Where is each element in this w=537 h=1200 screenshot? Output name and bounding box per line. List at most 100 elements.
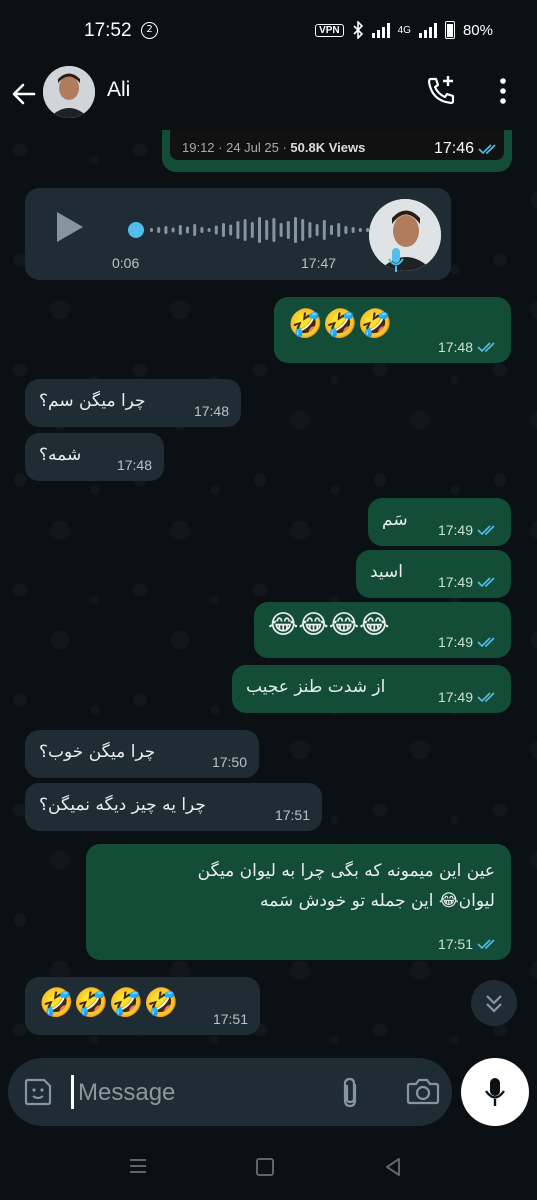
waveform-bar [265, 220, 269, 240]
message-text: چرا یه چیز دیگه نمیگن؟ [39, 795, 206, 815]
notification-count-badge: 2 [141, 22, 158, 39]
signal-2-icon [418, 22, 437, 38]
sticker-icon[interactable] [22, 1076, 54, 1108]
message-bubble-incoming[interactable]: چرا میگن خوب؟ 17:50 [25, 730, 259, 778]
waveform-bar [200, 227, 204, 233]
message-time: 17:46 [433, 140, 474, 157]
double-check-icon [478, 144, 496, 155]
message-time: 17:48 [116, 457, 152, 473]
message-bubble-outgoing[interactable]: عین این میمونه که بگی چرا به لیوان میگن … [86, 844, 511, 960]
message-time: 17:49 [437, 574, 473, 590]
message-text: چرا میگن خوب؟ [39, 742, 156, 762]
network-type: 4G [397, 24, 411, 36]
waveform-bar [301, 219, 305, 241]
status-bar: 17:52 2 VPN 4G 80% [0, 0, 537, 62]
mic-icon [388, 248, 404, 272]
message-bubble-incoming[interactable]: 🤣🤣🤣🤣 17:51 [25, 977, 260, 1035]
message-time: 17:51 [437, 936, 473, 952]
waveform-bar [344, 226, 348, 234]
composer [0, 1050, 537, 1140]
message-time: 17:51 [274, 807, 310, 823]
video-views: 50.8K Views [290, 140, 366, 155]
signal-icon [371, 22, 390, 38]
message-meta: 17:49 [438, 522, 499, 538]
message-meta: 17:46 [434, 140, 500, 158]
playhead[interactable] [128, 222, 144, 238]
message-meta: 17:49 [438, 689, 499, 705]
waveform-bar [315, 224, 319, 236]
waveform-bar [294, 217, 297, 243]
message-text: سَم [382, 510, 408, 530]
message-meta: 17:51 [438, 936, 499, 952]
waveform-bar [193, 224, 197, 236]
message-bubble-incoming[interactable]: چرا یه چیز دیگه نمیگن؟ 17:51 [25, 783, 322, 831]
message-bubble-outgoing[interactable]: 🤣🤣🤣 17:48 [274, 297, 511, 363]
message-bubble-outgoing[interactable]: سَم 17:49 [368, 498, 511, 546]
double-chevron-down-icon [486, 995, 502, 1013]
message-text: 😂😂😂😂 [268, 610, 390, 640]
waveform-bar [258, 217, 261, 243]
message-meta: 17:49 [438, 574, 499, 590]
waveform-bar [171, 227, 175, 233]
system-nav-bar [0, 1140, 537, 1200]
bluetooth-icon [353, 21, 363, 39]
message-meta: 17:49 [438, 634, 499, 650]
waveform-bar [214, 225, 218, 235]
message-input-container[interactable] [8, 1058, 452, 1126]
waveform-bar [164, 226, 168, 234]
waveform-bar [178, 225, 182, 235]
home-icon[interactable] [256, 1158, 274, 1176]
message-text: از شدت طنز عجیب [246, 677, 386, 697]
recent-apps-icon[interactable] [128, 1156, 148, 1176]
paperclip-icon[interactable] [338, 1076, 364, 1110]
voice-message[interactable]: 0:06 17:47 [25, 188, 451, 280]
message-bubble-outgoing[interactable]: اسید 17:49 [356, 550, 511, 598]
message-text: عین این میمونه که بگی چرا به لیوان میگن … [100, 856, 495, 916]
waveform-bar [358, 228, 362, 232]
message-text: شمه؟ [39, 445, 82, 465]
message-time: 17:51 [212, 1011, 248, 1027]
waveform-bar [337, 223, 341, 237]
message-bubble-outgoing[interactable]: 😂😂😂😂 17:49 [254, 602, 511, 658]
voice-record-button[interactable] [461, 1058, 529, 1126]
message-meta: 17:50 [212, 754, 247, 770]
chat-area[interactable]: 19:12 · 24 Jul 25 · 50.8K Views 17:46 0:… [0, 130, 537, 1060]
back-arrow-icon[interactable] [10, 80, 38, 108]
double-check-icon [477, 692, 495, 703]
status-time: 17:52 [84, 20, 132, 41]
vpn-icon: VPN [315, 23, 344, 37]
waveform-bar [322, 220, 326, 240]
message-meta: 17:48 [194, 403, 229, 419]
avatar[interactable] [43, 66, 95, 118]
message-bubble-incoming[interactable]: شمه؟ 17:48 [25, 433, 164, 481]
waveform-bar [308, 222, 312, 238]
message-line: لیوان😂 این جمله تو خودش سَمه [260, 891, 495, 911]
message-text: 🤣🤣🤣🤣 [39, 986, 179, 1019]
waveform-bar [222, 223, 225, 237]
waveform-bar [186, 226, 189, 234]
more-vert-icon[interactable] [492, 76, 514, 106]
camera-icon[interactable] [406, 1076, 440, 1106]
contact-name[interactable]: Ali [107, 78, 130, 102]
message-meta: 17:51 [275, 807, 310, 823]
video-message[interactable]: 19:12 · 24 Jul 25 · 50.8K Views 17:46 [162, 130, 512, 172]
voice-duration: 0:06 [112, 255, 140, 271]
scroll-to-bottom-button[interactable] [471, 980, 517, 1026]
message-input[interactable] [78, 1073, 328, 1113]
chat-header: Ali [0, 62, 537, 130]
add-call-icon[interactable] [424, 74, 458, 108]
nav-back-icon[interactable] [383, 1157, 403, 1177]
message-text: اسید [370, 562, 404, 582]
message-time: 17:48 [437, 339, 473, 355]
play-icon[interactable] [55, 210, 85, 244]
text-caret [71, 1075, 74, 1109]
message-meta: 17:48 [438, 339, 499, 355]
message-bubble-incoming[interactable]: چرا میگن سم؟ 17:48 [25, 379, 241, 427]
waveform-bar [243, 219, 247, 241]
message-bubble-outgoing[interactable]: از شدت طنز عجیب 17:49 [232, 665, 511, 713]
waveform[interactable] [128, 216, 386, 244]
waveform-bar [330, 225, 333, 235]
waveform-bar [250, 222, 254, 238]
waveform-bar [286, 221, 290, 239]
message-meta: 17:48 [117, 457, 152, 473]
